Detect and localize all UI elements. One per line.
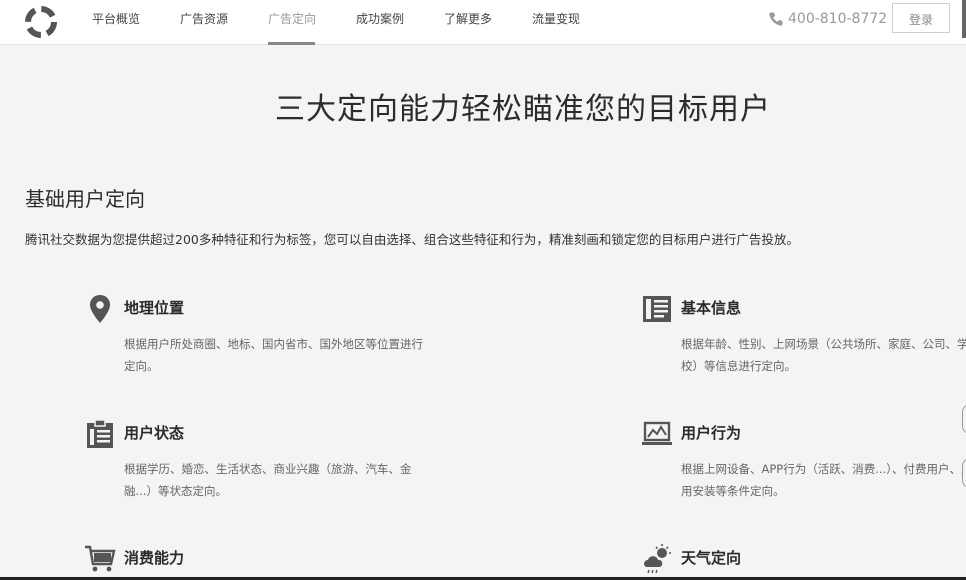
feature-title: 用户行为	[681, 424, 742, 442]
feature-title: 地理位置	[124, 299, 185, 317]
profile-card-icon	[643, 296, 671, 322]
nav-item-success-cases[interactable]: 成功案例	[356, 0, 404, 44]
clipboard-icon	[87, 419, 113, 448]
location-pin-icon	[90, 295, 110, 323]
feature-title: 消费能力	[124, 549, 185, 567]
page-title: 三大定向能力轻松瞄准您的目标用户	[275, 92, 771, 127]
login-button[interactable]: 登录	[892, 3, 950, 33]
nav-item-learn-more[interactable]: 了解更多	[444, 0, 492, 44]
feature-title: 基本信息	[681, 299, 742, 317]
top-navigation-bar: 平台概览 广告资源 广告定向 成功案例 了解更多 流量变现 400-810-87…	[0, 0, 966, 45]
nav-item-ad-targeting[interactable]: 广告定向	[268, 0, 316, 44]
nav-item-ad-resources[interactable]: 广告资源	[180, 0, 228, 44]
edge-strip	[962, 0, 966, 38]
feature-description: 根据年龄、性别、上网场景（公共场所、家庭、公司、学校）等信息进行定向。	[681, 337, 966, 373]
feature-description: 根据用户所处商圈、地标、国内省市、国外地区等位置进行定向。	[124, 337, 423, 373]
feature-title: 用户状态	[124, 424, 185, 442]
laptop-chart-icon	[642, 421, 672, 445]
feature-description: 根据上网设备、APP行为（活跃、消费...）、付费用户、应用安装等条件定向。	[681, 462, 966, 498]
feature-title: 天气定向	[681, 549, 742, 567]
nav-item-platform-overview[interactable]: 平台概览	[92, 0, 140, 44]
nav-item-monetization[interactable]: 流量变现	[532, 0, 580, 44]
shopping-cart-icon	[85, 545, 116, 572]
brand-logo-icon[interactable]	[22, 3, 60, 41]
active-tab-indicator	[268, 42, 315, 45]
side-float-button[interactable]	[962, 458, 966, 488]
side-float-button[interactable]	[962, 404, 966, 434]
feature-description: 根据学历、婚恋、生活状态、商业兴趣（旅游、汽车、金融...）等状态定向。	[124, 462, 412, 498]
section-title: 基础用户定向	[25, 187, 145, 211]
section-description: 腾讯社交数据为您提供超过200多种特征和行为标签，您可以自由选择、组合这些特征和…	[25, 232, 799, 247]
phone-number: 400-810-8772	[788, 11, 888, 27]
weather-icon	[644, 544, 671, 574]
phone-icon	[769, 12, 783, 26]
